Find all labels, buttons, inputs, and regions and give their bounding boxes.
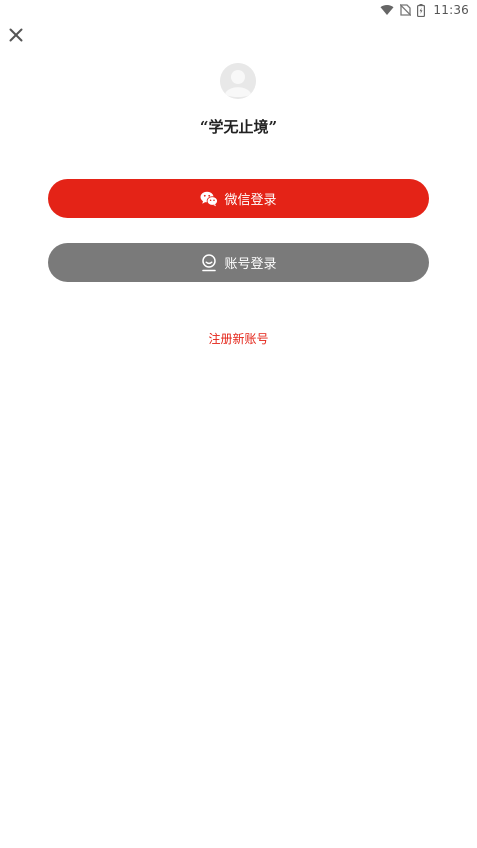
avatar	[220, 63, 256, 99]
account-icon	[200, 253, 218, 272]
login-screen: 11:36 “学无止境” 微信登录 账号登录 注册新账号	[0, 0, 477, 848]
account-login-button[interactable]: 账号登录	[48, 243, 429, 282]
close-button[interactable]	[5, 25, 27, 47]
account-login-label: 账号登录	[224, 257, 277, 272]
wechat-login-button[interactable]: 微信登录	[48, 179, 429, 218]
register-link[interactable]: 注册新账号	[0, 330, 477, 347]
tagline: “学无止境”	[199, 118, 278, 136]
battery-icon	[417, 3, 426, 17]
default-avatar-icon	[220, 63, 256, 99]
wechat-icon	[200, 190, 219, 208]
wechat-login-label: 微信登录	[224, 193, 277, 208]
no-sim-icon	[400, 4, 412, 16]
wifi-icon	[380, 4, 394, 16]
status-bar: 11:36	[380, 0, 477, 20]
close-icon	[9, 27, 23, 46]
status-time: 11:36	[433, 3, 469, 17]
